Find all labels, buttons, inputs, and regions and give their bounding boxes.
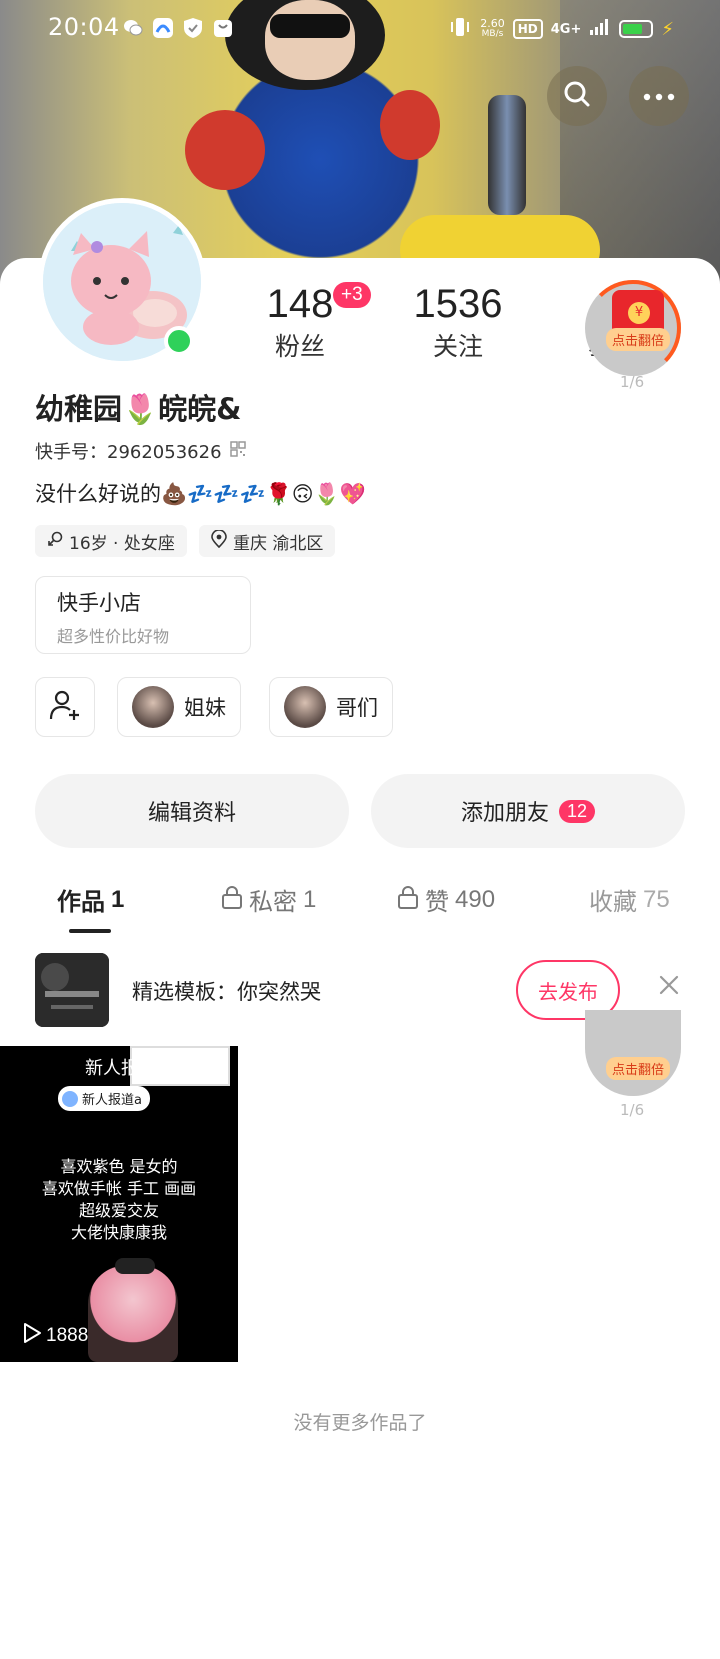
nickname: 幼稚园🌷皖皖& bbox=[35, 392, 242, 426]
new-fans-badge: +3 bbox=[333, 282, 371, 308]
work-tag-label: 新人报道a bbox=[82, 1093, 142, 1108]
more-button[interactable] bbox=[629, 66, 689, 126]
following-label: 关注 bbox=[432, 332, 483, 361]
cover-bottle bbox=[488, 95, 526, 215]
red-packet-tag-ghost: 点击翻倍 bbox=[606, 1057, 671, 1080]
shop-subtitle: 超多性价比好物 bbox=[57, 627, 170, 646]
group-sisters[interactable]: 姐妹 bbox=[117, 677, 241, 737]
search-icon bbox=[562, 79, 592, 113]
status-time: 20:04 bbox=[48, 13, 120, 41]
gender-icon bbox=[47, 531, 63, 552]
red-packet-coin: ¥ bbox=[628, 302, 650, 324]
location-pin-icon bbox=[211, 528, 227, 553]
speed-unit: MB/s bbox=[481, 29, 504, 39]
fans-count: 148 bbox=[266, 282, 334, 326]
tab-private[interactable]: 私密 1 bbox=[221, 882, 316, 917]
edit-profile-label: 编辑资料 bbox=[147, 801, 236, 826]
kuaishou-shop-card[interactable]: 快手小店 超多性价比好物 bbox=[35, 576, 251, 654]
cover-sleeve-right bbox=[380, 90, 440, 160]
shop-title: 快手小店 bbox=[57, 591, 141, 615]
wechat-icon bbox=[122, 17, 144, 39]
shield-icon bbox=[182, 17, 204, 39]
work-character bbox=[88, 1266, 178, 1362]
charging-icon: ⚡ bbox=[661, 18, 674, 40]
publish-button-label: 去发布 bbox=[538, 979, 598, 1004]
lock-icon bbox=[221, 885, 243, 915]
tab-private-label: 私密 bbox=[249, 888, 297, 916]
add-friend-button[interactable]: 添加朋友 12 bbox=[371, 774, 685, 848]
play-count: 1888 bbox=[46, 1325, 89, 1346]
work-tag: 新人报道a bbox=[58, 1086, 150, 1111]
tab-likes[interactable]: 赞 490 bbox=[397, 882, 495, 917]
cover-sleeve-left bbox=[185, 110, 265, 190]
speed-value: 2.60 bbox=[480, 17, 505, 30]
tab-likes-label: 赞 bbox=[425, 888, 449, 916]
tab-favorites-label: 收藏 bbox=[589, 888, 637, 916]
red-packet-tag[interactable]: 点击翻倍 bbox=[606, 328, 671, 351]
tab-private-count: 1 bbox=[303, 885, 317, 913]
age-tag-label: 16岁 · 处女座 bbox=[69, 533, 175, 554]
work-caption: 喜欢紫色 是女的 喜欢做手帐 手工 画画 超级爱交友 大佬快康康我 bbox=[0, 1156, 238, 1244]
tab-works-label: 作品 bbox=[57, 888, 105, 916]
hd-badge: HD bbox=[512, 19, 543, 39]
add-contact-button[interactable] bbox=[35, 677, 95, 737]
age-tag: 16岁 · 处女座 bbox=[35, 525, 187, 557]
network-speed: 2.60 MB/s bbox=[480, 18, 505, 40]
active-tab-indicator bbox=[69, 929, 111, 933]
no-more-works-text: 没有更多作品了 bbox=[293, 1412, 427, 1434]
template-title: 精选模板：你突然哭 bbox=[132, 980, 321, 1004]
work-caption-line: 喜欢做手帐 手工 画画 bbox=[41, 1179, 197, 1198]
work-caption-line: 超级爱交友 bbox=[78, 1201, 159, 1220]
following-count: 1536 bbox=[413, 282, 503, 326]
online-status-dot bbox=[164, 326, 194, 356]
bag-icon bbox=[212, 17, 234, 39]
play-icon bbox=[22, 1322, 42, 1350]
following-stat[interactable]: 1536 关注 bbox=[410, 282, 506, 363]
group-brothers-avatar bbox=[284, 686, 326, 728]
battery-icon bbox=[619, 20, 654, 38]
tab-works-count: 1 bbox=[111, 885, 125, 913]
tag-icon bbox=[62, 1090, 78, 1107]
group-sisters-label: 姐妹 bbox=[184, 696, 226, 720]
add-friend-label: 添加朋友 bbox=[460, 801, 549, 826]
kuaishou-id-row[interactable]: 快手号：2962053626 bbox=[35, 438, 246, 464]
lock-icon bbox=[397, 885, 419, 915]
group-brothers[interactable]: 哥们 bbox=[269, 677, 393, 737]
kuaishou-id: 快手号：2962053626 bbox=[35, 442, 222, 463]
vibrate-icon bbox=[448, 16, 472, 42]
close-icon[interactable] bbox=[656, 972, 682, 998]
group-brothers-label: 哥们 bbox=[336, 696, 378, 720]
work-item[interactable]: 新人报 新人报道a 喜欢紫色 是女的 喜欢做手帐 手工 画画 超级爱交友 大佬快… bbox=[0, 1046, 238, 1362]
template-thumbnail[interactable] bbox=[35, 953, 109, 1027]
tab-favorites[interactable]: 收藏 75 bbox=[589, 882, 670, 917]
tab-works[interactable]: 作品 1 bbox=[57, 882, 124, 917]
bio: 没什么好说的💩💤💤💤🌹🙃🌷💖 bbox=[35, 482, 366, 506]
add-user-icon bbox=[48, 688, 82, 727]
fans-stat[interactable]: 148 粉丝 bbox=[262, 282, 338, 363]
tab-likes-count: 490 bbox=[455, 885, 496, 913]
work-comic-panel bbox=[130, 1046, 230, 1086]
signal-icon bbox=[589, 18, 611, 40]
status-right-group: 2.60 MB/s HD 4G+ ⚡ bbox=[448, 16, 674, 42]
group-sisters-avatar bbox=[132, 686, 174, 728]
fans-label: 粉丝 bbox=[274, 332, 325, 361]
work-title: 新人报 bbox=[85, 1058, 139, 1079]
search-button[interactable] bbox=[547, 66, 607, 126]
status-bar: 20:04 2.60 MB/s HD 4G+ ⚡ bbox=[0, 0, 720, 56]
work-character-bow bbox=[115, 1258, 155, 1274]
more-icon bbox=[642, 87, 676, 106]
app-icon bbox=[152, 17, 174, 39]
play-count-row: 1888 bbox=[22, 1322, 88, 1350]
location-tag: 重庆 渝北区 bbox=[199, 525, 336, 557]
tab-favorites-count: 75 bbox=[643, 885, 670, 913]
edit-profile-button[interactable]: 编辑资料 bbox=[35, 774, 349, 848]
red-packet-progress-ghost: 1/6 bbox=[620, 1101, 645, 1119]
qr-code-icon[interactable] bbox=[229, 440, 246, 462]
work-caption-line: 喜欢紫色 是女的 bbox=[60, 1157, 178, 1176]
add-friend-count-badge: 12 bbox=[558, 799, 596, 823]
work-caption-line: 大佬快康康我 bbox=[70, 1223, 167, 1242]
location-tag-label: 重庆 渝北区 bbox=[233, 533, 324, 554]
red-packet-progress: 1/6 bbox=[620, 373, 645, 391]
network-type: 4G+ bbox=[550, 21, 582, 37]
